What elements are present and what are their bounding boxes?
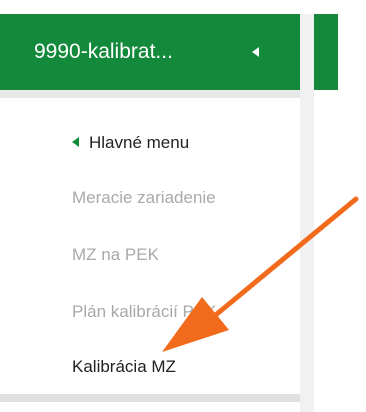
sidebar-header[interactable]: 9990-kalibrat...: [0, 14, 300, 90]
menu-item-mz-na-pek[interactable]: MZ na PEK: [72, 245, 159, 265]
top-bar-fragment: [314, 14, 338, 90]
submenu-panel-bottom-border: [0, 394, 300, 402]
menu-item-label: Kalibrácia MZ: [72, 357, 176, 376]
menu-item-plan-kalibracii[interactable]: Plán kalibrácií PEK: [72, 302, 217, 322]
panel-divider: [300, 14, 314, 412]
menu-item-label: Meracie zariadenie: [72, 188, 216, 207]
menu-item-meracie-zariadenie[interactable]: Meracie zariadenie: [72, 188, 216, 208]
back-to-main-menu[interactable]: Hlavné menu: [72, 133, 189, 153]
caret-left-icon: [72, 137, 79, 147]
menu-item-label: Plán kalibrácií PEK: [72, 302, 217, 321]
menu-item-label: MZ na PEK: [72, 245, 159, 264]
back-label: Hlavné menu: [89, 133, 190, 152]
menu-item-kalibracia-mz[interactable]: Kalibrácia MZ: [72, 357, 176, 377]
caret-left-icon[interactable]: [252, 47, 259, 57]
sidebar-title: 9990-kalibrat...: [34, 40, 173, 63]
